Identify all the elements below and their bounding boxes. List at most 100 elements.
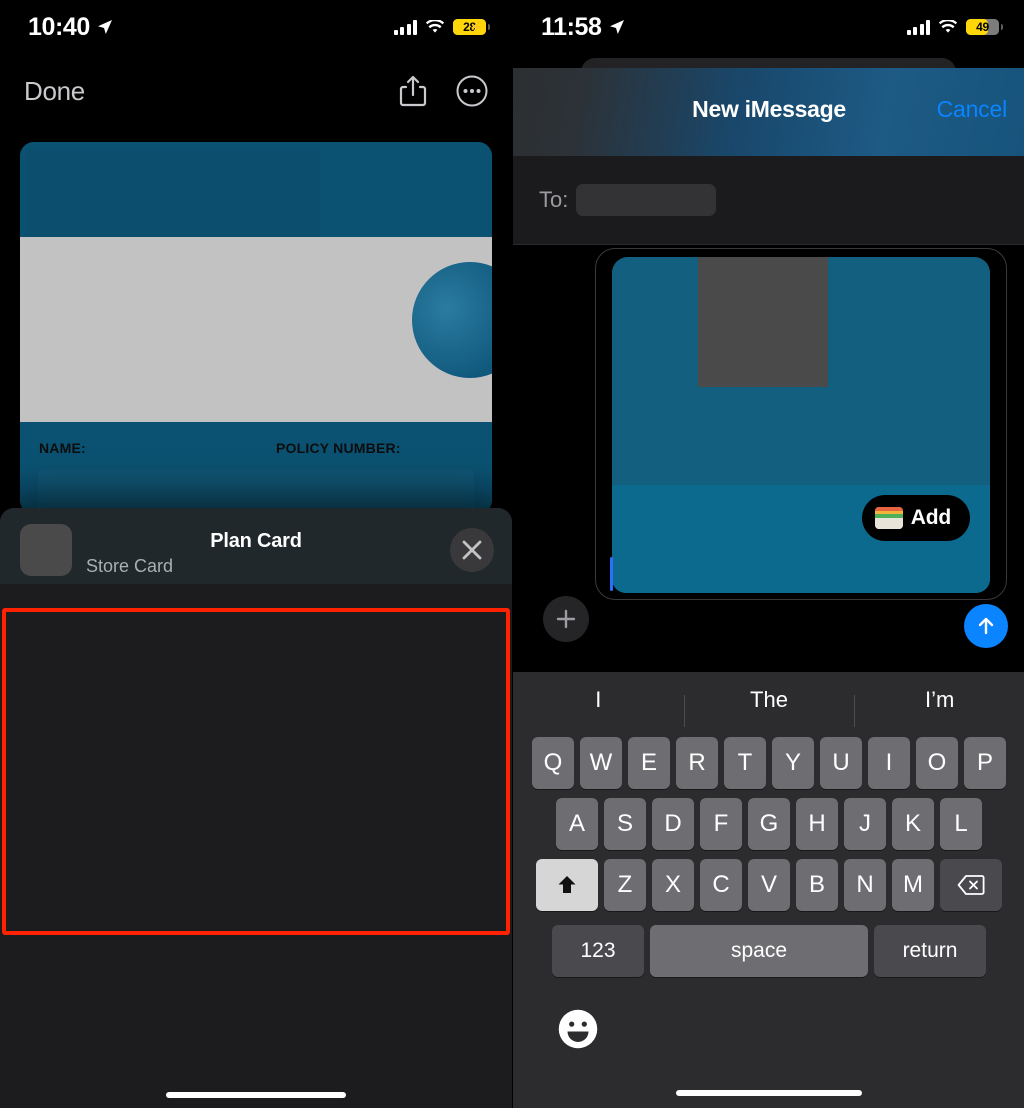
return-key[interactable]: return	[874, 925, 986, 977]
imessage-navbar: New iMessage Cancel	[513, 68, 1024, 156]
status-bar-left: 10:40 28 ⚡	[0, 0, 512, 54]
delete-icon	[957, 875, 985, 895]
wallet-icon	[874, 507, 903, 529]
battery-icon: 28 ⚡	[453, 19, 490, 35]
add-to-wallet-button[interactable]: Add	[861, 495, 970, 541]
insurance-card-preview[interactable]: NAME: POLICY NUMBER:	[20, 142, 492, 514]
prediction-item[interactable]: The	[683, 687, 855, 727]
key-h[interactable]: H	[796, 798, 838, 850]
cellular-bars-icon	[393, 19, 417, 35]
key-s[interactable]: S	[604, 798, 646, 850]
status-left-group: 10:40	[28, 13, 113, 42]
navbar-actions	[398, 74, 488, 108]
key-v[interactable]: V	[748, 859, 790, 911]
key-z[interactable]: Z	[604, 859, 646, 911]
key-e[interactable]: E	[628, 737, 670, 789]
to-label: To:	[539, 187, 569, 212]
compose-attachment-field[interactable]: Add	[595, 248, 1007, 600]
key-q[interactable]: Q	[532, 737, 574, 789]
location-arrow-icon	[609, 20, 624, 34]
card-policy-label: POLICY NUMBER:	[276, 440, 401, 456]
card-name-label: NAME:	[39, 440, 86, 456]
key-c[interactable]: C	[700, 859, 742, 911]
attachment-top-band	[612, 257, 990, 485]
status-right-group: 49	[906, 19, 1003, 35]
dual-phone-screenshot: 10:40 28 ⚡ Done NAME: POLICY NUMBER: Pla…	[0, 0, 1024, 1108]
home-indicator	[166, 1092, 346, 1098]
done-button[interactable]: Done	[24, 76, 85, 107]
plus-icon	[556, 609, 576, 629]
keyboard-row-3: Z X C V B N M	[513, 859, 1024, 911]
text-cursor	[610, 557, 613, 591]
send-arrow-icon	[978, 617, 994, 635]
charging-bolt-icon: ⚡	[469, 22, 483, 34]
key-y[interactable]: Y	[772, 737, 814, 789]
status-left-group: 11:58	[541, 13, 625, 42]
card-header-band	[20, 142, 492, 237]
home-indicator	[676, 1090, 862, 1096]
prediction-item[interactable]: I	[513, 687, 684, 713]
share-sheet-header: Plan Card Store Card	[0, 508, 512, 584]
key-p[interactable]: P	[964, 737, 1006, 789]
battery-icon: 49	[966, 19, 1003, 35]
key-t[interactable]: T	[724, 737, 766, 789]
key-a[interactable]: A	[556, 798, 598, 850]
keyboard-row-1: Q W E R T Y U I O P	[513, 737, 1024, 789]
key-g[interactable]: G	[748, 798, 790, 850]
numbers-key[interactable]: 123	[552, 925, 644, 977]
more-circle-icon[interactable]	[456, 75, 488, 107]
send-button[interactable]	[964, 604, 1008, 648]
share-icon[interactable]	[398, 74, 428, 108]
shift-key[interactable]	[536, 859, 598, 911]
status-right-group: 28 ⚡	[393, 19, 490, 35]
battery-level: 49	[976, 20, 989, 34]
share-sheet: Plan Card Store Card	[0, 508, 512, 1108]
space-key[interactable]: space	[650, 925, 868, 977]
status-time: 11:58	[541, 12, 602, 41]
delete-key[interactable]	[940, 859, 1002, 911]
key-x[interactable]: X	[652, 859, 694, 911]
key-k[interactable]: K	[892, 798, 934, 850]
key-r[interactable]: R	[676, 737, 718, 789]
share-item-title: Plan Card	[210, 530, 302, 552]
recipient-divider	[513, 244, 1024, 245]
keyboard-row-2: A S D F G H J K L	[513, 798, 1024, 850]
key-m[interactable]: M	[892, 859, 934, 911]
key-d[interactable]: D	[652, 798, 694, 850]
wifi-icon	[938, 19, 958, 33]
key-f[interactable]: F	[700, 798, 742, 850]
key-u[interactable]: U	[820, 737, 862, 789]
cancel-button[interactable]: Cancel	[937, 96, 1008, 123]
attachment-redacted-area	[698, 257, 828, 387]
prediction-item[interactable]: I’m	[854, 687, 1024, 727]
right-phone-pane: 11:58 49 New iMessage Cancel To: Add I T…	[512, 0, 1024, 1108]
key-w[interactable]: W	[580, 737, 622, 789]
key-j[interactable]: J	[844, 798, 886, 850]
wifi-icon	[425, 19, 445, 33]
close-button[interactable]	[450, 528, 494, 572]
add-label: Add	[910, 506, 951, 529]
left-phone-pane: 10:40 28 ⚡ Done NAME: POLICY NUMBER: Pla…	[0, 0, 512, 1108]
emoji-icon[interactable]	[557, 1008, 599, 1050]
key-b[interactable]: B	[796, 859, 838, 911]
on-screen-keyboard: I The I’m Q W E R T Y U I O P A S D F G …	[513, 672, 1024, 1108]
share-item-subtitle: Store Card	[86, 556, 174, 576]
key-n[interactable]: N	[844, 859, 886, 911]
document-navbar: Done	[0, 62, 512, 120]
shift-icon	[558, 876, 576, 893]
recipient-input[interactable]	[576, 184, 717, 216]
status-time: 10:40	[28, 12, 90, 41]
cellular-bars-icon	[906, 19, 930, 35]
status-bar-right: 11:58 49	[513, 0, 1024, 54]
keyboard-row-4: 123 space return	[513, 925, 1024, 977]
key-o[interactable]: O	[916, 737, 958, 789]
recipient-row: To:	[513, 156, 1024, 244]
key-i[interactable]: I	[868, 737, 910, 789]
key-l[interactable]: L	[940, 798, 982, 850]
attach-more-button[interactable]	[543, 596, 589, 642]
card-footer-band: NAME: POLICY NUMBER:	[20, 422, 492, 514]
predictive-text-bar: I The I’m	[513, 672, 1024, 728]
card-attachment-preview[interactable]: Add	[612, 257, 990, 593]
card-redacted-logo	[25, 149, 320, 237]
close-icon	[462, 540, 482, 560]
